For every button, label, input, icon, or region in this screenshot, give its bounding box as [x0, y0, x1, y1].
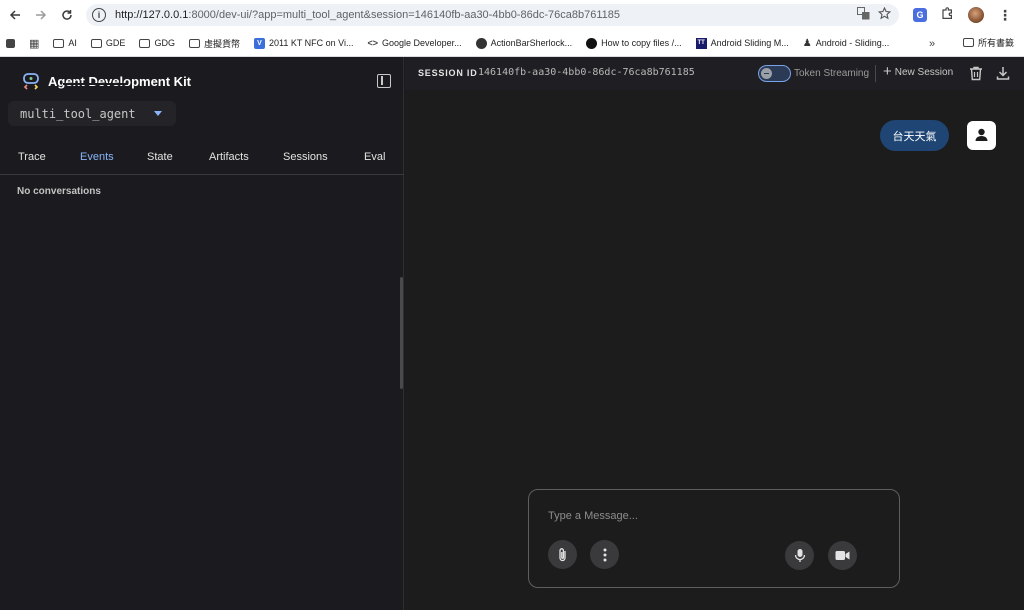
tab-state[interactable]: State [147, 151, 173, 163]
token-streaming-toggle[interactable] [758, 65, 791, 82]
video-camera-button[interactable] [828, 541, 857, 570]
globe-icon [475, 37, 487, 49]
folder-icon [139, 38, 151, 48]
folder-icon [53, 38, 65, 48]
sidebar: Agent Development Kit multi_tool_agent T… [0, 57, 404, 610]
tab-sessions[interactable]: Sessions [283, 151, 328, 163]
bookmark-crypto[interactable]: 虛擬貨幣 [188, 37, 240, 50]
browser-menu-icon[interactable]: ⋮ [998, 7, 1012, 24]
new-session-label: New Session [894, 66, 954, 78]
collapse-sidebar-icon[interactable] [377, 74, 391, 88]
url-host: http://127.0.0.1 [115, 9, 189, 21]
tab-artifacts[interactable]: Artifacts [209, 151, 249, 163]
agent-select[interactable]: multi_tool_agent [8, 101, 176, 126]
code-icon: <> [367, 38, 379, 48]
v-badge-icon: V [253, 37, 265, 49]
folder-icon [90, 38, 102, 48]
session-id-label: SESSION ID [418, 68, 478, 78]
token-streaming-label: Token Streaming [794, 68, 870, 79]
bookmark-ai[interactable]: AI [53, 38, 77, 48]
message-composer: Type a Message... [528, 489, 900, 588]
extension-translate-icon[interactable]: G [913, 8, 927, 22]
tt-icon: TT [695, 37, 707, 49]
microphone-icon [794, 549, 805, 562]
bookmark-nfc[interactable]: V 2011 KT NFC on Vi... [253, 37, 354, 49]
bookmark-label: AI [68, 38, 77, 48]
bookmark-label: ActionBarSherlock... [490, 38, 573, 48]
folder-icon [188, 38, 200, 48]
app-title: Agent Development Kit [48, 74, 192, 89]
adk-logo-icon [23, 73, 39, 90]
site-info-icon[interactable]: i [92, 8, 106, 22]
extensions-icon[interactable] [941, 7, 954, 23]
bookmark-square-icon[interactable] [6, 38, 15, 48]
tab-trace[interactable]: Trace [18, 151, 46, 163]
session-header: SESSION ID 146140fb-aa30-4bb0-86dc-76ca8… [405, 57, 1024, 90]
dropdown-caret-icon [154, 111, 162, 116]
delete-session-icon[interactable] [969, 66, 983, 81]
bookmark-label: 2011 KT NFC on Vi... [268, 38, 354, 48]
bookmarks-bar: ▦ AI GDE GDG 虛擬貨幣 V 2011 KT NFC on Vi... … [0, 30, 1024, 57]
bookmark-label: 虛擬貨幣 [203, 38, 240, 49]
user-avatar [967, 121, 996, 150]
bookmark-label: Android Sliding M... [710, 38, 789, 48]
more-vert-icon [603, 548, 606, 561]
tab-eval[interactable]: Eval [364, 151, 385, 163]
sidebar-tabs: Trace Events State Artifacts Sessions Ev… [0, 147, 404, 175]
bookmark-star-icon[interactable] [877, 6, 892, 23]
video-camera-icon [835, 551, 850, 560]
bookmark-gde[interactable]: GDE [90, 38, 126, 48]
active-tab-indicator [63, 83, 128, 85]
bookmark-label: GDE [105, 38, 126, 48]
bookmark-label: Android - Sliding... [815, 38, 890, 48]
bookmark-gdg[interactable]: GDG [139, 38, 175, 48]
github-icon [586, 37, 598, 49]
bookmark-copy-files[interactable]: How to copy files /... [586, 37, 682, 49]
message-input[interactable]: Type a Message... [548, 510, 638, 522]
tab-events[interactable]: Events [80, 151, 114, 163]
header-divider [875, 65, 876, 82]
empty-events-message: No conversations [17, 186, 101, 197]
attach-file-button[interactable] [548, 540, 577, 569]
bookmark-actionbarsherlock[interactable]: ActionBarSherlock... [475, 37, 573, 49]
url-text[interactable]: http://127.0.0.1:8000/dev-ui/?app=multi_… [115, 9, 620, 21]
person-icon: ♟ [802, 37, 812, 49]
paperclip-icon [558, 547, 566, 561]
browser-toolbar: i http://127.0.0.1:8000/dev-ui/?app=mult… [0, 0, 1024, 30]
bookmark-label: 所有書籤 [978, 38, 1015, 48]
agent-select-value: multi_tool_agent [20, 106, 136, 121]
sidebar-scrollbar[interactable] [400, 277, 403, 389]
folder-icon [963, 38, 974, 47]
url-path: :8000/dev-ui/?app=multi_tool_agent&sessi… [188, 9, 620, 21]
plus-icon: + [883, 63, 892, 80]
bookmark-android-sliding[interactable]: ♟ Android - Sliding... [803, 38, 890, 49]
new-session-button[interactable]: + New Session [883, 63, 954, 80]
session-id-value: 146140fb-aa30-4bb0-86dc-76ca8b761185 [478, 67, 695, 78]
bookmark-label: How to copy files /... [601, 38, 682, 48]
bookmark-label: Google Developer... [382, 38, 462, 48]
profile-avatar[interactable] [968, 7, 984, 23]
reload-icon[interactable] [54, 0, 80, 30]
bookmark-label: GDG [154, 38, 175, 48]
address-bar[interactable]: i http://127.0.0.1:8000/dev-ui/?app=mult… [86, 4, 899, 26]
toggle-knob [761, 67, 772, 79]
download-icon[interactable] [996, 66, 1010, 81]
translate-icon[interactable] [857, 7, 870, 23]
user-message-bubble: 台天天氣 [880, 120, 949, 151]
apps-grid-icon[interactable]: ▦ [29, 37, 39, 50]
chat-panel: SESSION ID 146140fb-aa30-4bb0-86dc-76ca8… [405, 57, 1024, 610]
bookmark-android-sliding-m[interactable]: TT Android Sliding M... [695, 37, 789, 49]
more-bookmarks-icon[interactable]: » [929, 38, 935, 50]
more-options-button[interactable] [590, 540, 619, 569]
microphone-button[interactable] [785, 541, 814, 570]
bookmark-google-developer[interactable]: <> Google Developer... [368, 38, 462, 48]
forward-icon[interactable] [28, 0, 54, 30]
back-icon[interactable] [2, 0, 28, 30]
person-icon [975, 128, 988, 141]
all-bookmarks-folder[interactable]: 所有書籤 [963, 36, 1014, 49]
